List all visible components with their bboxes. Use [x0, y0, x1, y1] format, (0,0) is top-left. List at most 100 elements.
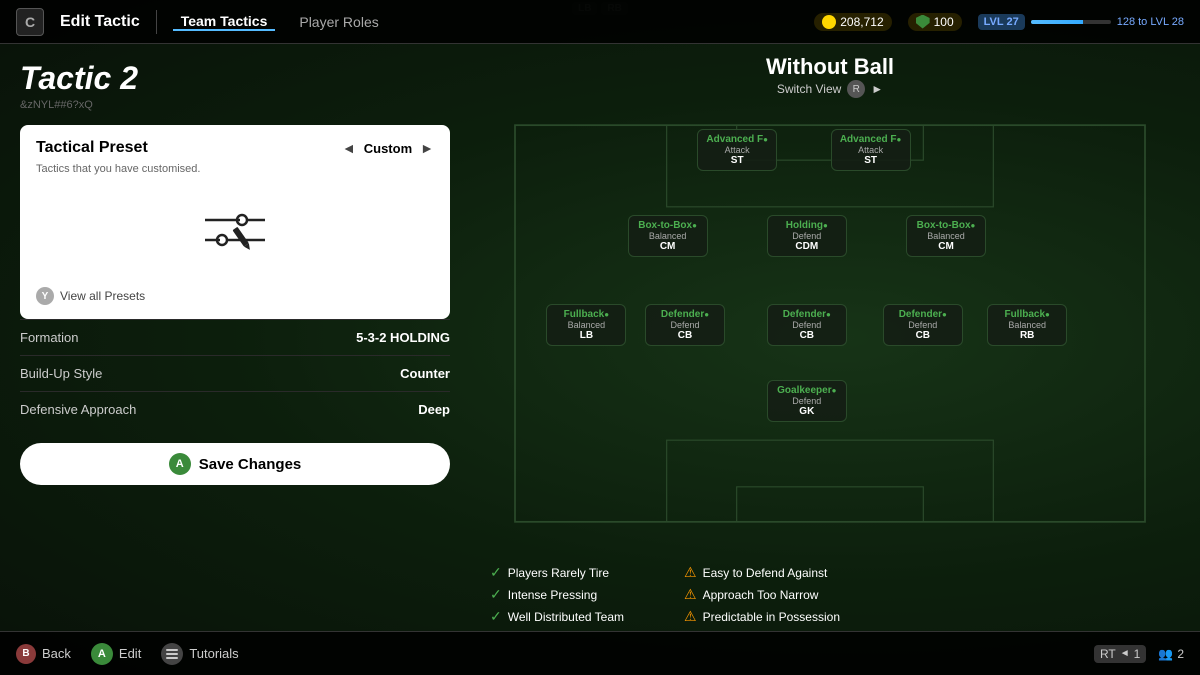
pro-label-3: Well Distributed Team	[508, 610, 624, 624]
player-style: Balanced	[555, 320, 617, 330]
nav-right-info: 208,712 100 LVL 27 128 to LVL 28	[814, 13, 1184, 31]
people-count: 👥 2	[1158, 647, 1184, 661]
player-position: ST	[840, 155, 902, 166]
player-card-cdm[interactable]: Holding● Defend CDM	[767, 215, 847, 257]
view-title: Without Ball	[480, 54, 1180, 80]
player-card-st-left[interactable]: Advanced F● Attack ST	[697, 129, 777, 171]
player-card-cm-right[interactable]: Box-to-Box● Balanced CM	[906, 215, 986, 257]
preset-card: Tactical Preset ◄ Custom ► Tactics that …	[20, 125, 450, 319]
player-role: Fullback●	[555, 309, 617, 320]
nav-logo: C	[16, 8, 44, 36]
view-header: Without Ball Switch View R ►	[480, 54, 1180, 98]
player-card-cb-center[interactable]: Defender● Defend CB	[767, 304, 847, 346]
player-position: CM	[637, 241, 699, 252]
formation-label: Formation	[20, 330, 79, 345]
player-position: CDM	[776, 241, 838, 252]
pro-item-2: ✓ Intense Pressing	[490, 586, 624, 603]
check-icon-2: ✓	[490, 586, 502, 603]
preset-next-arrow[interactable]: ►	[420, 140, 434, 156]
top-navigation: C Edit Tactic Team Tactics Player Roles …	[0, 0, 1200, 44]
player-card-gk[interactable]: Goalkeeper● Defend GK	[767, 380, 847, 422]
rt-label: RT	[1100, 647, 1116, 661]
switch-arrow: ►	[871, 82, 883, 96]
currency-amount: 208,712	[840, 15, 883, 29]
nav-divider	[156, 10, 157, 34]
player-card-cb-left[interactable]: Defender● Defend CB	[645, 304, 725, 346]
switch-view: Switch View R ►	[480, 80, 1180, 98]
currency-icon	[822, 15, 836, 29]
con-label-3: Predictable in Possession	[703, 610, 840, 624]
r-button[interactable]: R	[847, 80, 865, 98]
right-panel: Without Ball Switch View R ►	[470, 44, 1200, 675]
shield-amount: 100	[934, 15, 954, 29]
menu-line-1	[166, 649, 178, 651]
edit-label: Edit	[119, 646, 141, 661]
left-panel: Tactic 2 &zNYL##6?xQ Tactical Preset ◄ C…	[0, 44, 470, 675]
pros-cons: ✓ Players Rarely Tire ✓ Intense Pressing…	[480, 560, 1180, 625]
level-badge: LVL 27	[978, 14, 1025, 30]
a-button-save: A	[169, 453, 191, 475]
player-position: LB	[555, 330, 617, 341]
xp-fill	[1031, 20, 1083, 24]
player-style: Defend	[776, 320, 838, 330]
tutorials-label: Tutorials	[189, 646, 238, 661]
menu-icon	[161, 643, 183, 665]
tab-team-tactics[interactable]: Team Tactics	[173, 13, 276, 31]
player-role: Box-to-Box●	[637, 220, 699, 231]
warn-icon-2: ⚠	[684, 586, 697, 603]
tutorials-button[interactable]: Tutorials	[161, 643, 238, 665]
pro-item-1: ✓ Players Rarely Tire	[490, 564, 624, 581]
preset-current-name: Custom	[364, 141, 412, 156]
player-position: CB	[776, 330, 838, 341]
bottom-right: RT ◄ 1 👥 2	[1094, 645, 1184, 663]
xp-container: LVL 27 128 to LVL 28	[978, 14, 1184, 30]
rt-badge: RT ◄ 1	[1094, 645, 1146, 663]
menu-line-2	[166, 653, 178, 655]
player-role: Holding●	[776, 220, 838, 231]
buildup-label: Build-Up Style	[20, 366, 102, 381]
warn-icon-1: ⚠	[684, 564, 697, 581]
preset-description: Tactics that you have customised.	[36, 163, 434, 175]
defense-label: Defensive Approach	[20, 402, 136, 417]
save-changes-button[interactable]: A Save Changes	[20, 443, 450, 485]
player-card-lb[interactable]: Fullback● Balanced LB	[546, 304, 626, 346]
formation-value: 5-3-2 HOLDING	[356, 330, 450, 345]
formation-row: Formation 5-3-2 HOLDING	[20, 319, 450, 355]
tactic-code: &zNYL##6?xQ	[20, 99, 450, 111]
player-card-rb[interactable]: Fullback● Balanced RB	[987, 304, 1067, 346]
con-item-2: ⚠ Approach Too Narrow	[684, 586, 840, 603]
con-label-2: Approach Too Narrow	[703, 588, 819, 602]
player-style: Balanced	[637, 231, 699, 241]
player-card-cm-left[interactable]: Box-to-Box● Balanced CM	[628, 215, 708, 257]
player-role: Defender●	[892, 309, 954, 320]
preset-icon-area	[36, 187, 434, 277]
buildup-row: Build-Up Style Counter	[20, 355, 450, 391]
shield-badge: 100	[908, 13, 962, 31]
preset-prev-arrow[interactable]: ◄	[342, 140, 356, 156]
rt-value: 1	[1134, 647, 1141, 661]
player-role: Box-to-Box●	[915, 220, 977, 231]
player-style: Defend	[892, 320, 954, 330]
menu-line-3	[166, 657, 178, 659]
con-item-3: ⚠ Predictable in Possession	[684, 608, 840, 625]
con-item-1: ⚠ Easy to Defend Against	[684, 564, 840, 581]
pro-label-2: Intense Pressing	[508, 588, 597, 602]
player-role: Defender●	[776, 309, 838, 320]
edit-button[interactable]: A Edit	[91, 643, 141, 665]
player-style: Attack	[840, 145, 902, 155]
check-icon-1: ✓	[490, 564, 502, 581]
preset-navigation: ◄ Custom ►	[342, 140, 434, 156]
b-button: B	[16, 644, 36, 664]
view-all-label: View all Presets	[60, 289, 145, 303]
back-button[interactable]: B Back	[16, 644, 71, 664]
pitch-wrapper: Advanced F● Attack ST Advanced F● Attack…	[480, 102, 1180, 625]
people-icon: 👥	[1158, 647, 1173, 661]
player-card-cb-right[interactable]: Defender● Defend CB	[883, 304, 963, 346]
player-position: ST	[706, 155, 768, 166]
player-style: Balanced	[915, 231, 977, 241]
view-all-presets[interactable]: Y View all Presets	[36, 287, 434, 305]
tab-player-roles[interactable]: Player Roles	[291, 14, 386, 30]
player-role: Goalkeeper●	[776, 385, 838, 396]
preset-header: Tactical Preset ◄ Custom ►	[36, 139, 434, 157]
player-card-st-right[interactable]: Advanced F● Attack ST	[831, 129, 911, 171]
